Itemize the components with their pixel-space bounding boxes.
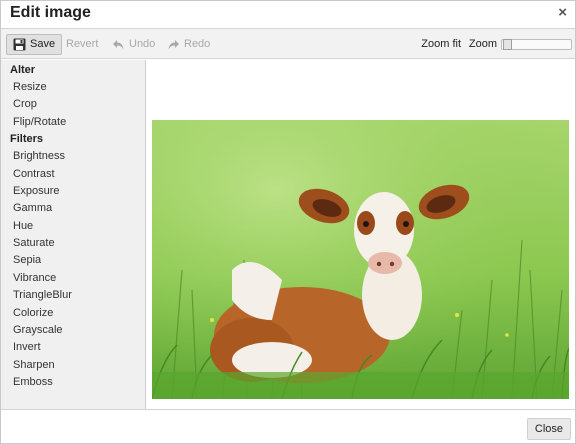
sidebar-item-emboss[interactable]: Emboss: [13, 376, 53, 388]
redo-label: Redo: [184, 38, 211, 50]
zoom-slider[interactable]: [501, 39, 572, 50]
dialog-titlebar: Edit image ×: [1, 1, 575, 28]
sidebar-item-colorize[interactable]: Colorize: [13, 307, 53, 319]
sidebar-item-flip-rotate[interactable]: Flip/Rotate: [13, 116, 66, 128]
zoom-slider-thumb[interactable]: [503, 39, 512, 50]
undo-arrow-icon: [112, 39, 125, 51]
zoom-label: Zoom: [468, 38, 497, 50]
zoom-label-wrap: Zoom: [469, 34, 497, 55]
toolbar: Save Revert Undo Redo Zoom fit Zoom: [1, 28, 575, 59]
sidebar-item-resize[interactable]: Resize: [13, 81, 47, 93]
undo-button[interactable]: Undo: [112, 34, 155, 55]
sidebar-item-sepia[interactable]: Sepia: [13, 254, 41, 266]
save-button[interactable]: Save: [6, 34, 63, 55]
sidebar-item-triangleblur[interactable]: TriangleBlur: [13, 289, 72, 301]
revert-button[interactable]: Revert: [66, 34, 98, 55]
sidebar-item-gamma[interactable]: Gamma: [13, 202, 52, 214]
sidebar-item-saturate[interactable]: Saturate: [13, 237, 55, 249]
floppy-disk-icon: [13, 38, 26, 51]
sidebar-item-vibrance[interactable]: Vibrance: [13, 272, 56, 284]
sidebar-item-grayscale[interactable]: Grayscale: [13, 324, 63, 336]
dialog-title: Edit image: [10, 4, 91, 21]
filters-heading: Filters: [10, 133, 44, 145]
close-button[interactable]: Close: [526, 418, 571, 440]
sidebar: Alter Resize Crop Flip/Rotate Filters Br…: [1, 60, 146, 409]
undo-label: Undo: [129, 38, 156, 50]
edit-image-dialog: Edit image × Save Revert Undo Redo Zoom …: [0, 0, 576, 444]
sidebar-item-crop[interactable]: Crop: [13, 98, 37, 110]
edited-photo: [152, 120, 569, 399]
sidebar-item-contrast[interactable]: Contrast: [13, 168, 55, 180]
zoom-fit-label: Zoom fit: [421, 38, 461, 50]
sidebar-item-sharpen[interactable]: Sharpen: [13, 359, 55, 371]
redo-arrow-icon: [167, 39, 180, 51]
sidebar-item-exposure[interactable]: Exposure: [13, 185, 59, 197]
revert-label: Revert: [66, 38, 99, 50]
sidebar-item-brightness[interactable]: Brightness: [13, 150, 65, 162]
alter-heading: Alter: [10, 64, 36, 76]
image-canvas-area: [146, 60, 575, 409]
save-label: Save: [30, 38, 56, 50]
dialog-footer: Close: [1, 409, 575, 443]
zoom-fit-button[interactable]: Zoom fit: [421, 34, 461, 55]
sidebar-item-hue[interactable]: Hue: [13, 220, 33, 232]
sidebar-item-invert[interactable]: Invert: [13, 341, 41, 353]
redo-button[interactable]: Redo: [167, 34, 210, 55]
close-icon[interactable]: ×: [558, 5, 567, 21]
